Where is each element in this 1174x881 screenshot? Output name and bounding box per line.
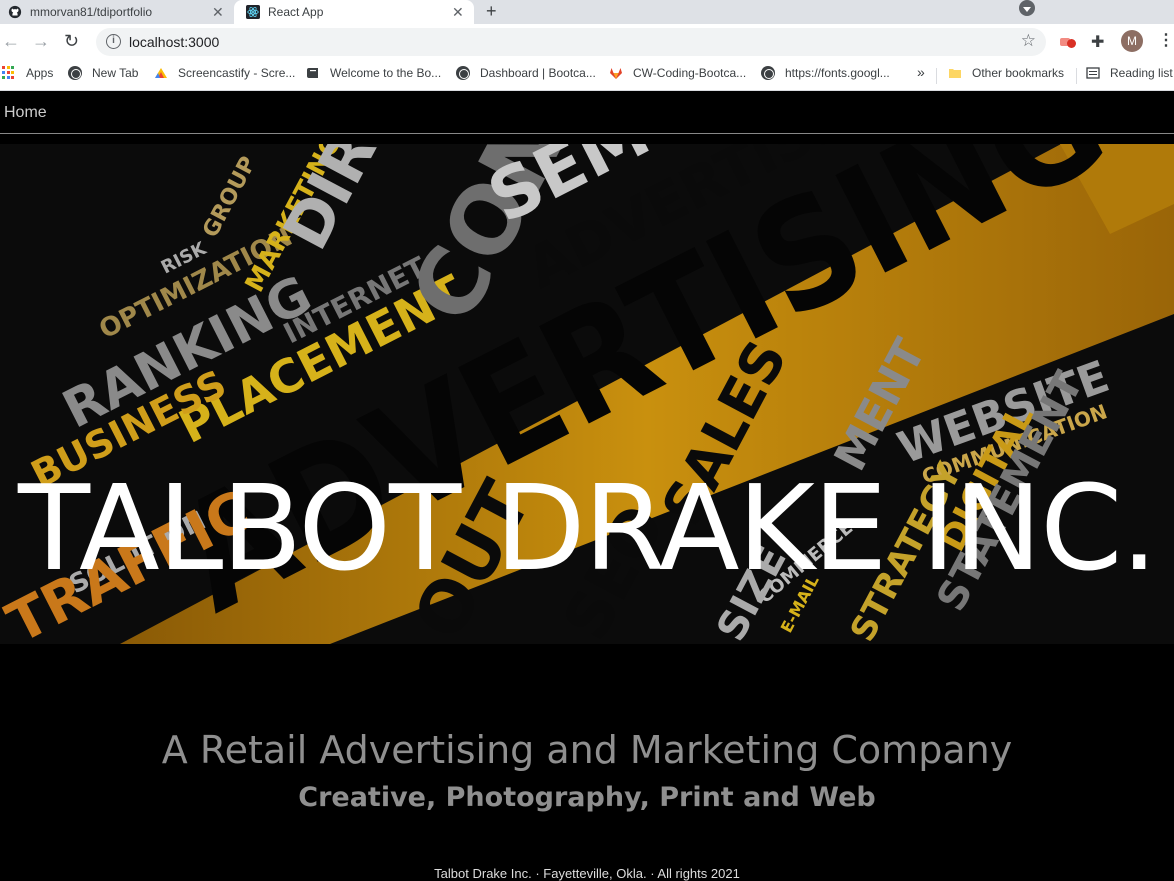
- bookmark-label: Welcome to the Bo...: [330, 66, 442, 80]
- bookmark-label: Reading list: [1110, 66, 1173, 80]
- bookmark-label: Dashboard | Bootca...: [480, 66, 596, 80]
- globe-icon: [456, 66, 470, 80]
- more-bookmarks-chevron[interactable]: »: [917, 64, 925, 80]
- bookmark-other[interactable]: Other bookmarks: [948, 66, 1064, 80]
- menu-kebab-icon[interactable]: ⋮: [1158, 30, 1174, 50]
- folder-icon: [949, 69, 961, 78]
- bookmark-star-icon[interactable]: ☆: [1021, 31, 1036, 51]
- page-footer: Talbot Drake Inc. · Fayetteville, Okla. …: [434, 866, 740, 881]
- hero-title: TALBOT DRAKE INC.: [18, 459, 1158, 597]
- bookmarks-bar: Apps New Tab Screencastify - Scre... Wel…: [0, 60, 1174, 91]
- apps-grid-icon: [2, 66, 16, 80]
- forward-arrow-icon[interactable]: →: [32, 30, 50, 52]
- bookmark-dashboard[interactable]: Dashboard | Bootca...: [456, 66, 596, 80]
- extensions-puzzle-icon[interactable]: ✚: [1091, 32, 1104, 52]
- tab-strip: mmorvan81/tdiportfolio ✕ React App ✕ +: [0, 0, 1174, 24]
- bookmark-screencastify[interactable]: Screencastify - Scre...: [154, 66, 295, 80]
- bookmark-label: Apps: [26, 66, 54, 80]
- bookmark-label: Screencastify - Scre...: [178, 66, 296, 80]
- reload-icon[interactable]: ↻: [64, 30, 79, 52]
- site-info-icon[interactable]: i: [106, 34, 121, 49]
- bookmark-apps[interactable]: Apps: [2, 66, 53, 80]
- hero-banner: ADVERTISING RANKING PLACEMENT OPTIMIZATI…: [0, 144, 1174, 644]
- tab-github[interactable]: mmorvan81/tdiportfolio ✕: [0, 0, 234, 24]
- github-icon: [8, 5, 22, 19]
- bookmark-label: Other bookmarks: [972, 66, 1065, 80]
- bookmark-divider: [1076, 68, 1077, 84]
- reading-list-icon: [1086, 67, 1100, 79]
- gitlab-icon: [610, 68, 622, 79]
- globe-icon: [761, 66, 775, 80]
- bookmark-google-fonts[interactable]: https://fonts.googl...: [761, 66, 890, 80]
- company-tagline: A Retail Advertising and Marketing Compa…: [161, 728, 1013, 772]
- react-icon: [246, 5, 260, 19]
- bookmark-new-tab[interactable]: New Tab: [68, 66, 138, 80]
- bookmark-reading-list[interactable]: Reading list: [1086, 66, 1173, 80]
- bookmark-welcome[interactable]: Welcome to the Bo...: [306, 66, 441, 80]
- tab-search-icon[interactable]: [1019, 0, 1035, 16]
- bookmark-gitlab[interactable]: CW-Coding-Bootca...: [609, 66, 746, 80]
- bookmark-divider: [936, 68, 937, 84]
- close-icon[interactable]: ✕: [212, 4, 224, 21]
- services-subtagline: Creative, Photography, Print and Web: [298, 782, 876, 813]
- screencastify-extension-icon[interactable]: [1060, 36, 1076, 48]
- globe-icon: [68, 66, 82, 80]
- screencastify-icon: [155, 68, 167, 78]
- site-navbar: Home: [0, 92, 1174, 134]
- address-bar[interactable]: i localhost:3000 ☆: [96, 28, 1046, 56]
- bookmark-label: CW-Coding-Bootca...: [633, 66, 747, 80]
- browser-toolbar: ← → ↻ i localhost:3000 ☆ ✚ M ⋮: [0, 24, 1174, 60]
- avatar[interactable]: M: [1121, 30, 1143, 52]
- tab-react-app[interactable]: React App ✕: [234, 0, 474, 24]
- book-icon: [307, 68, 318, 78]
- url-text[interactable]: localhost:3000: [129, 34, 219, 50]
- bookmark-label: New Tab: [92, 66, 139, 80]
- close-icon[interactable]: ✕: [452, 4, 464, 21]
- back-arrow-icon[interactable]: ←: [2, 30, 20, 52]
- tab-title: React App: [268, 5, 324, 19]
- new-tab-button[interactable]: +: [486, 0, 497, 22]
- nav-home-link[interactable]: Home: [4, 104, 47, 122]
- bookmark-label: https://fonts.googl...: [785, 66, 890, 80]
- tab-title: mmorvan81/tdiportfolio: [30, 5, 153, 19]
